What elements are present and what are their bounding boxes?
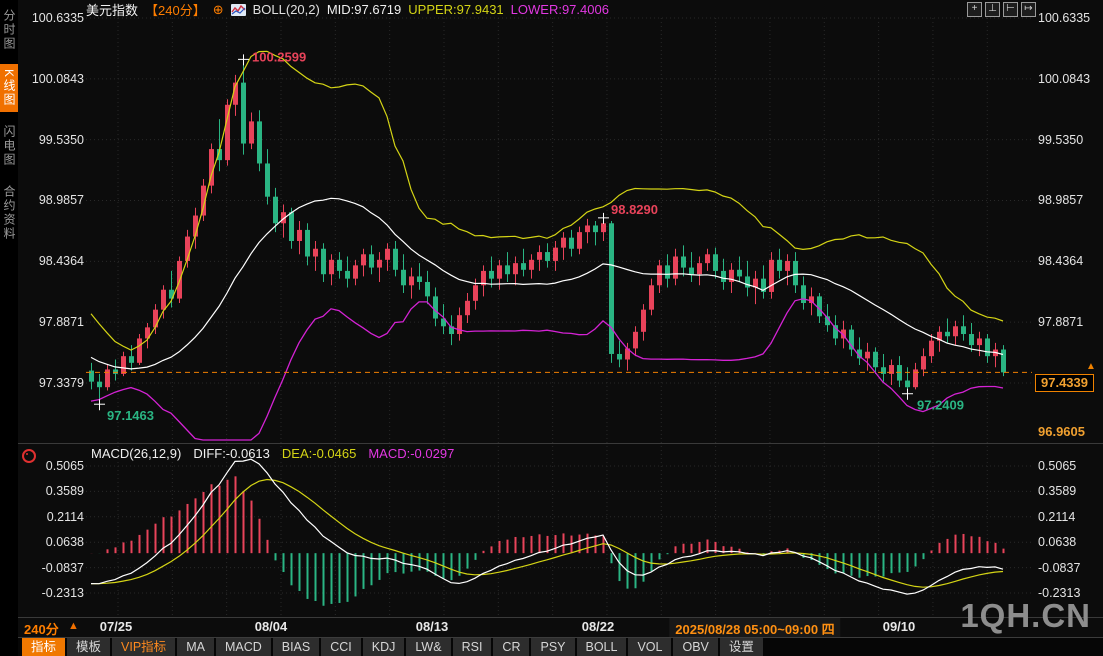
chart-canvas[interactable]: 100.2599 98.8290 97.1463 97.2409 [0, 0, 1103, 656]
axis-tick-label: -0.2313 [16, 585, 84, 601]
axis-tick-label: 98.4364 [16, 253, 84, 269]
pan-right-icon[interactable]: ↦ [1021, 2, 1036, 17]
axis-tick-label: 0.2114 [16, 509, 84, 525]
toolbar-item-VOL[interactable]: VOL [628, 638, 671, 656]
price-extreme-annotation: 97.2409 [917, 398, 964, 413]
axis-tick-label: 98.9857 [16, 192, 84, 208]
axis-tick-label: 99.5350 [16, 132, 84, 148]
toolbar-item-MA[interactable]: MA [177, 638, 214, 656]
toolbar-item-MACD[interactable]: MACD [216, 638, 271, 656]
toolbar-item-CR[interactable]: CR [493, 638, 529, 656]
pane-low-edge-label: 96.9605 [1038, 424, 1085, 439]
chart-type-icon[interactable] [231, 4, 246, 16]
last-price-box: 97.4339 [1035, 374, 1094, 392]
period-tag: 【240分】 [145, 0, 206, 19]
axis-tick-label: 0.0638 [16, 534, 84, 550]
chart-tool-buttons: +⊥⊢↦ [967, 2, 1036, 17]
axis-tick-label: -0.0837 [16, 560, 84, 576]
boll-mid-line [91, 198, 1003, 369]
toolbar-item-设置[interactable]: 设置 [720, 638, 763, 656]
axis-tick-label: 97.3379 [16, 375, 84, 391]
x-axis-date-label: 07/25 [100, 619, 133, 634]
axis-tick-label: 100.6335 [16, 10, 84, 26]
axis-tick-label: 100.6335 [1038, 10, 1102, 26]
macd-diff-value: DIFF:-0.0613 [193, 446, 270, 461]
macd-dea-value: DEA:-0.0465 [282, 446, 356, 461]
toolbar-item-模板[interactable]: 模板 [67, 638, 110, 656]
axis-tick-label: 97.8871 [1038, 314, 1102, 330]
boll-indicator-label: BOLL(20,2) [253, 2, 320, 17]
axis-tick-label: 0.3589 [16, 483, 84, 499]
toolbar-item-PSY[interactable]: PSY [531, 638, 574, 656]
add-indicator-icon[interactable]: ⊕ [213, 2, 224, 18]
toolbar-item-BIAS[interactable]: BIAS [273, 638, 320, 656]
axis-tick-label: 0.3589 [1038, 483, 1102, 499]
macd-macd-value: MACD:-0.0297 [368, 446, 454, 461]
y-axis-scale-icon[interactable]: ⊥ [985, 2, 1000, 17]
sidebar-tab-contract-info[interactable]: 合约资料 [0, 180, 18, 246]
boll-lower-value: LOWER:97.4006 [511, 2, 609, 17]
toolbar-item-LW&[interactable]: LW& [406, 638, 450, 656]
chart-window: 100.2599 98.8290 97.1463 97.2409 分时图 K线图 闪电… [0, 0, 1103, 656]
site-watermark: 1QH.CN [960, 597, 1091, 635]
boll-lower-line [91, 299, 1003, 440]
symbol-name: 美元指数 [86, 0, 138, 19]
macd-histogram [92, 476, 1004, 605]
toolbar-item-BOLL[interactable]: BOLL [577, 638, 627, 656]
axis-tick-label: 0.5065 [1038, 458, 1102, 474]
toolbar-item-VIP指标[interactable]: VIP指标 [112, 638, 175, 656]
toolbar-item-KDJ[interactable]: KDJ [363, 638, 405, 656]
macd-settings-icon[interactable] [22, 449, 36, 463]
axis-tick-label: 0.0638 [1038, 534, 1102, 550]
axis-tick-label: 100.0843 [16, 71, 84, 87]
price-extreme-annotation: 98.8290 [611, 202, 658, 217]
price-extreme-annotation: 100.2599 [252, 49, 306, 64]
axis-tick-label: 98.4364 [1038, 253, 1102, 269]
boll-mid-value: MID:97.6719 [327, 2, 401, 17]
axis-tick-label: 100.0843 [1038, 71, 1102, 87]
axis-tick-label: 0.2114 [1038, 509, 1102, 525]
sidebar-tab-kline-chart[interactable]: K线图 [0, 64, 18, 112]
period-selector[interactable]: 240分 [24, 619, 59, 638]
toolbar-item-指标[interactable]: 指标 [22, 638, 65, 656]
axis-tick-label: 97.8871 [16, 314, 84, 330]
axis-tick-label: -0.0837 [1038, 560, 1102, 576]
hovered-bar-time-range: 2025/08/28 05:00~09:00 四 [669, 618, 840, 639]
candlestick-series [89, 59, 1006, 404]
axis-tick-label: 99.5350 [1038, 132, 1102, 148]
toolbar-item-RSI[interactable]: RSI [453, 638, 492, 656]
macd-header: MACD(26,12,9) DIFF:-0.0613 DEA:-0.0465 M… [91, 446, 454, 461]
x-axis-row: 240分 ▲ 2025/08/28 05:00~09:00 四 07/25 08/… [0, 617, 1103, 637]
x-axis-date-label: 08/04 [255, 619, 288, 634]
macd-params-label: MACD(26,12,9) [91, 446, 181, 461]
sidebar-tab-flash-chart[interactable]: 闪电图 [0, 120, 18, 172]
price-up-arrow-icon: ▲ [1086, 361, 1096, 372]
axis-tick-label: 98.9857 [1038, 192, 1102, 208]
x-axis-date-label: 08/22 [582, 619, 615, 634]
indicator-toolbar: 指标模板VIP指标MAMACDBIASCCIKDJLW&RSICRPSYBOLL… [18, 637, 1103, 656]
sidebar-tab-time-chart[interactable]: 分时图 [0, 4, 18, 56]
chart-header: 美元指数 【240分】 ⊕ BOLL(20,2) MID:97.6719 UPP… [86, 1, 609, 18]
crosshair-tool-icon[interactable]: + [967, 2, 982, 17]
period-expand-arrow-icon[interactable]: ▲ [68, 620, 79, 632]
price-extreme-annotation: 97.1463 [107, 408, 154, 423]
left-sidebar: 分时图 K线图 闪电图 合约资料 [0, 0, 18, 656]
boll-upper-value: UPPER:97.9431 [408, 2, 503, 17]
x-axis-scale-icon[interactable]: ⊢ [1003, 2, 1018, 17]
x-axis-date-label: 09/10 [883, 619, 916, 634]
toolbar-item-OBV[interactable]: OBV [673, 638, 717, 656]
x-axis-date-label: 08/13 [416, 619, 449, 634]
toolbar-item-CCI[interactable]: CCI [321, 638, 361, 656]
